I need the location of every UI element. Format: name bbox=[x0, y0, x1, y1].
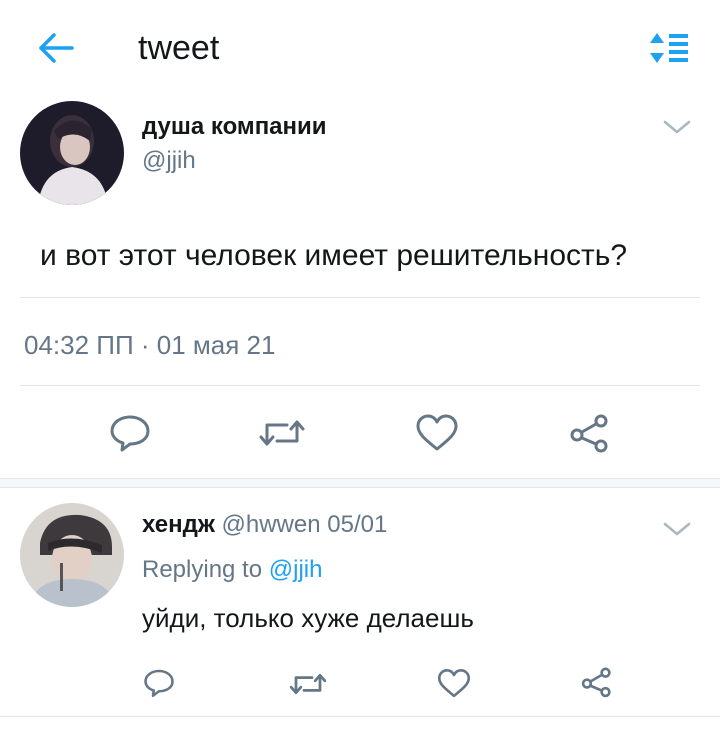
reply-retweet-button[interactable] bbox=[288, 668, 328, 705]
retweet-icon bbox=[259, 420, 305, 446]
reply-date: 05/01 bbox=[327, 511, 388, 538]
retweet-icon bbox=[289, 673, 327, 695]
reply-menu-button[interactable] bbox=[662, 520, 692, 538]
divider bbox=[20, 385, 700, 386]
reply-author-name[interactable]: хендж bbox=[142, 511, 215, 538]
reply-button[interactable] bbox=[108, 413, 152, 458]
reply-header: хендж @hwwen 05/01 bbox=[142, 510, 387, 540]
share-icon bbox=[570, 414, 608, 453]
author-handle[interactable]: @jjih bbox=[142, 147, 196, 175]
tweet-text: и вот этот человек имеет решительность? bbox=[40, 239, 628, 272]
sort-button[interactable] bbox=[645, 30, 691, 66]
divider bbox=[0, 716, 720, 717]
replying-to-handle[interactable]: @jjih bbox=[269, 556, 323, 583]
profile-photo bbox=[20, 101, 124, 205]
arrow-left-icon bbox=[39, 33, 74, 63]
replying-to: Replying to @jjih bbox=[142, 555, 322, 585]
reply-text: уйди, только хуже делаешь bbox=[142, 603, 474, 633]
author-name[interactable]: душа компании bbox=[142, 113, 327, 141]
reply-reply-button[interactable] bbox=[142, 668, 176, 703]
reply-avatar[interactable] bbox=[20, 503, 124, 607]
tweet-menu-button[interactable] bbox=[662, 118, 692, 136]
page-title: tweet bbox=[138, 29, 220, 67]
chevron-down-icon bbox=[663, 120, 691, 134]
reply-icon bbox=[144, 669, 174, 698]
replying-to-label: Replying to bbox=[142, 556, 263, 583]
back-button[interactable] bbox=[36, 30, 76, 66]
share-icon bbox=[581, 667, 611, 698]
sort-list-icon bbox=[650, 33, 688, 63]
reply-like-button[interactable] bbox=[436, 668, 472, 704]
profile-photo bbox=[20, 503, 124, 607]
chevron-down-icon bbox=[663, 522, 691, 536]
tweet-timestamp: 04:32 ПП · 01 мая 21 bbox=[24, 330, 276, 360]
tweet-detail-screen: tweet душа компании @jjih и вот этот чел… bbox=[0, 0, 720, 742]
like-icon bbox=[416, 414, 458, 451]
like-button[interactable] bbox=[414, 413, 460, 458]
avatar[interactable] bbox=[20, 101, 124, 205]
reply-share-button[interactable] bbox=[580, 666, 614, 703]
reply-icon bbox=[110, 415, 150, 452]
like-icon bbox=[437, 669, 471, 698]
top-app-bar: tweet bbox=[0, 0, 720, 98]
reply-author-handle[interactable]: @hwwen bbox=[222, 511, 321, 538]
divider bbox=[20, 297, 700, 298]
retweet-button[interactable] bbox=[257, 413, 307, 458]
share-button[interactable] bbox=[568, 413, 612, 458]
section-divider bbox=[0, 478, 720, 488]
